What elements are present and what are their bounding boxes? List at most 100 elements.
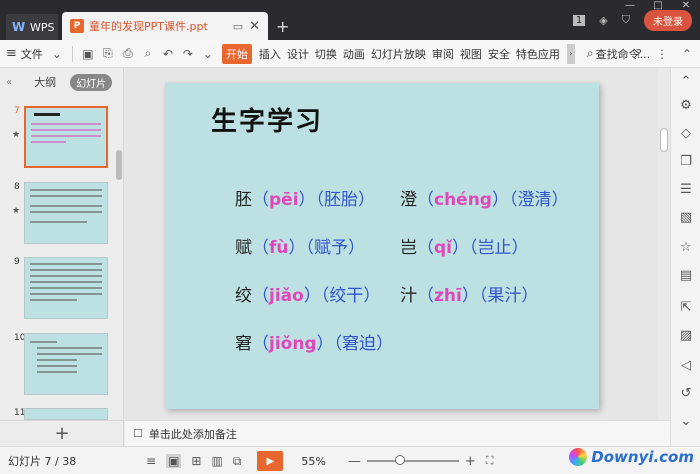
more-tabs-arrow-icon[interactable]: › [566, 43, 575, 64]
history-icon[interactable]: ↺ [679, 386, 693, 401]
slide-thumbnail[interactable] [24, 408, 108, 420]
maximize-icon[interactable]: □ [644, 0, 672, 11]
tab-features[interactable]: 特色应用 [516, 46, 560, 62]
tab-review[interactable]: 审阅 [432, 46, 454, 62]
document-tab[interactable]: P 童年的发现PPT课件.ppt ▭ ✕ [62, 12, 268, 40]
zoom-level[interactable]: 55% [301, 455, 325, 468]
reading-view-icon[interactable]: ▥ [211, 454, 222, 468]
search-icon: ⌕ [586, 46, 594, 60]
vocab-paren: （ [252, 286, 269, 306]
notes-toggle-icon[interactable]: ≡ [146, 454, 156, 468]
fit-window-icon[interactable]: ⛶ [486, 454, 494, 468]
skin-icon[interactable]: ◈ [599, 14, 607, 27]
normal-view-icon[interactable]: ▣ [166, 454, 182, 468]
print-icon[interactable]: ⎙ [122, 46, 134, 61]
thumb-line [30, 299, 77, 301]
print-preview-icon[interactable]: ⌕ [142, 46, 154, 61]
add-slide-button[interactable]: + [0, 420, 124, 446]
slide-thumbnail[interactable] [24, 333, 108, 395]
thumb-line [31, 129, 101, 131]
vocab-pinyin: jiǒng [269, 334, 317, 354]
close-tab-icon[interactable]: ✕ [249, 19, 260, 34]
zoom-in-button[interactable]: + [465, 454, 476, 469]
new-tab-button[interactable]: + [276, 17, 289, 36]
help-icon[interactable]: ? [636, 47, 642, 61]
thumb-line [30, 269, 102, 271]
archive-icon[interactable]: ▤ [679, 268, 693, 283]
shape-icon[interactable]: ◇ [679, 126, 693, 141]
wps-home-tab-label: WPS [30, 20, 55, 34]
tab-security[interactable]: 安全 [488, 46, 510, 62]
play-slideshow-button[interactable]: ▶ [257, 451, 284, 471]
tab-slides[interactable]: 幻灯片 [70, 73, 113, 91]
vocab-entry: 窘（jiǒng）（窘迫） [235, 329, 393, 354]
redo-icon[interactable]: ↷ [182, 47, 194, 61]
settings-sliders-icon[interactable]: ☰ [679, 182, 693, 197]
tab-view[interactable]: 视图 [460, 46, 482, 62]
thumb-title-bar [34, 113, 60, 116]
zoom-out-button[interactable]: — [348, 454, 361, 469]
chevron-down-icon[interactable]: ⌄ [51, 47, 63, 61]
file-menu[interactable]: 文件 [21, 46, 43, 62]
watermark: Downyi.com [569, 448, 694, 466]
current-slide[interactable]: 生字学习 胚（pēi）（胚胎） 澄（chéng）（澄清） 赋（fù）（赋予） 岂… [165, 83, 599, 409]
save-icon[interactable]: ▣ [82, 47, 94, 61]
slide-thumbnail[interactable] [24, 257, 108, 319]
shirt-icon[interactable]: ⛉ [622, 13, 630, 27]
minimize-icon[interactable]: — [616, 0, 644, 11]
slide-sorter-icon[interactable]: ⊞ [191, 454, 201, 468]
tab-outline[interactable]: 大纲 [34, 74, 56, 90]
title-bar: W WPS P 童年的发现PPT课件.ppt ▭ ✕ + 1 ◈ ⛉ 未登录 —… [0, 0, 700, 40]
chevron-down-icon[interactable]: ⌄ [679, 414, 693, 429]
tab-animation[interactable]: 动画 [343, 46, 365, 62]
chevron-up-icon[interactable]: ⌃ [679, 74, 693, 89]
tab-design[interactable]: 设计 [287, 46, 309, 62]
transform-icon[interactable]: ⚙ [679, 98, 693, 113]
tab-transition[interactable]: 切换 [315, 46, 337, 62]
star-outline-icon[interactable]: ☆ [679, 240, 693, 255]
zoom-slider-handle[interactable] [394, 455, 405, 465]
notes-area[interactable]: ☐ 单击此处添加备注 [125, 420, 670, 446]
undo-icon[interactable]: ↶ [162, 47, 174, 61]
vocab-paren: ）（ [288, 238, 315, 258]
login-button[interactable]: 未登录 [644, 9, 692, 31]
tab-insert[interactable]: 插入 [259, 46, 281, 62]
hamburger-icon[interactable]: ≡ [6, 46, 17, 61]
watermark-text: Downyi.com [591, 448, 694, 466]
vocab-paren: ）（ [316, 334, 343, 354]
customize-toolbar-icon[interactable]: ⌄ [202, 47, 214, 61]
tab-start[interactable]: 开始 [221, 43, 252, 64]
speaker-icon[interactable]: ◁ [679, 358, 693, 373]
star-icon: ★ [12, 130, 21, 140]
thumbnail-scrollbar[interactable] [116, 150, 122, 180]
copy-icon[interactable]: ❐ [679, 154, 693, 169]
zoom-slider[interactable] [366, 455, 459, 465]
thumb-line [30, 293, 102, 295]
collapse-ribbon-icon[interactable]: ⌃ [682, 47, 692, 61]
wps-home-tab[interactable]: W WPS [6, 14, 58, 40]
slide-thumbnail[interactable] [24, 182, 108, 244]
thumb-line [30, 189, 102, 191]
slide-thumbnail[interactable] [24, 106, 108, 168]
monitor-icon[interactable]: ▭ [233, 20, 243, 33]
vocab-pinyin: jiǎo [269, 286, 304, 306]
image-search-icon[interactable]: ▧ [679, 210, 693, 225]
picture-icon[interactable]: ▨ [679, 328, 693, 343]
collapse-panel-icon[interactable]: « [6, 77, 12, 88]
vocab-paren: ）（ [303, 286, 330, 306]
more-options-icon[interactable]: ⋮ [656, 47, 668, 61]
canvas-scrollbar[interactable] [660, 128, 668, 152]
presenter-view-icon[interactable]: ⧉ [233, 454, 242, 469]
vocab-paren: （ [252, 190, 269, 210]
vocab-paren: ） [551, 190, 569, 210]
notes-icon: ☐ [133, 427, 143, 440]
vocab-pinyin: qǐ [434, 238, 452, 258]
share-icon[interactable]: ⇱ [679, 300, 693, 315]
wps-logo-icon: W [12, 20, 26, 34]
vocab-word: 绞干 [329, 286, 364, 306]
export-pdf-icon[interactable]: ⎘ [102, 46, 114, 61]
tab-slideshow[interactable]: 幻灯片放映 [371, 46, 426, 62]
close-window-icon[interactable]: ✕ [672, 0, 700, 11]
slide-title[interactable]: 生字学习 [211, 101, 323, 138]
window-count-badge[interactable]: 1 [572, 14, 586, 26]
